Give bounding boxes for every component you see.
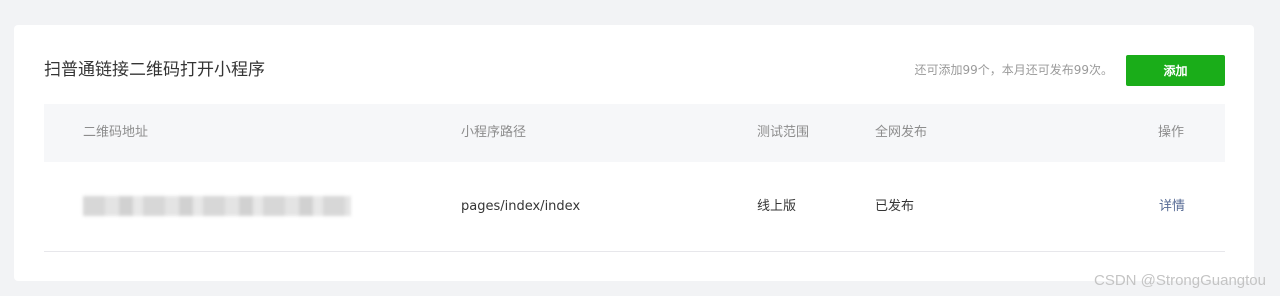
watermark: CSDN @StrongGuangtou bbox=[1094, 272, 1266, 289]
detail-link[interactable]: 详情 bbox=[1159, 198, 1185, 216]
qrcode-rules-card: 扫普通链接二维码打开小程序 还可添加99个，本月还可发布99次。 添加 二维码地… bbox=[14, 25, 1254, 281]
table-header: 二维码地址 小程序路径 测试范围 全网发布 操作 bbox=[44, 104, 1225, 162]
column-header-qr-url: 二维码地址 bbox=[83, 125, 149, 140]
page-title: 扫普通链接二维码打开小程序 bbox=[44, 60, 265, 80]
cell-test-scope: 线上版 bbox=[757, 199, 797, 214]
column-header-test-scope: 测试范围 bbox=[757, 125, 810, 140]
cell-publish-status: 已发布 bbox=[875, 199, 915, 214]
quota-text: 还可添加99个，本月还可发布99次。 bbox=[914, 63, 1113, 77]
column-header-path: 小程序路径 bbox=[461, 125, 527, 140]
column-header-action: 操作 bbox=[1158, 125, 1185, 140]
add-button[interactable]: 添加 bbox=[1126, 55, 1225, 86]
table-row: pages/index/index 线上版 已发布 详情 bbox=[44, 162, 1225, 252]
column-header-publish: 全网发布 bbox=[875, 125, 928, 140]
qr-url-masked bbox=[83, 196, 351, 216]
cell-path: pages/index/index bbox=[461, 199, 581, 214]
